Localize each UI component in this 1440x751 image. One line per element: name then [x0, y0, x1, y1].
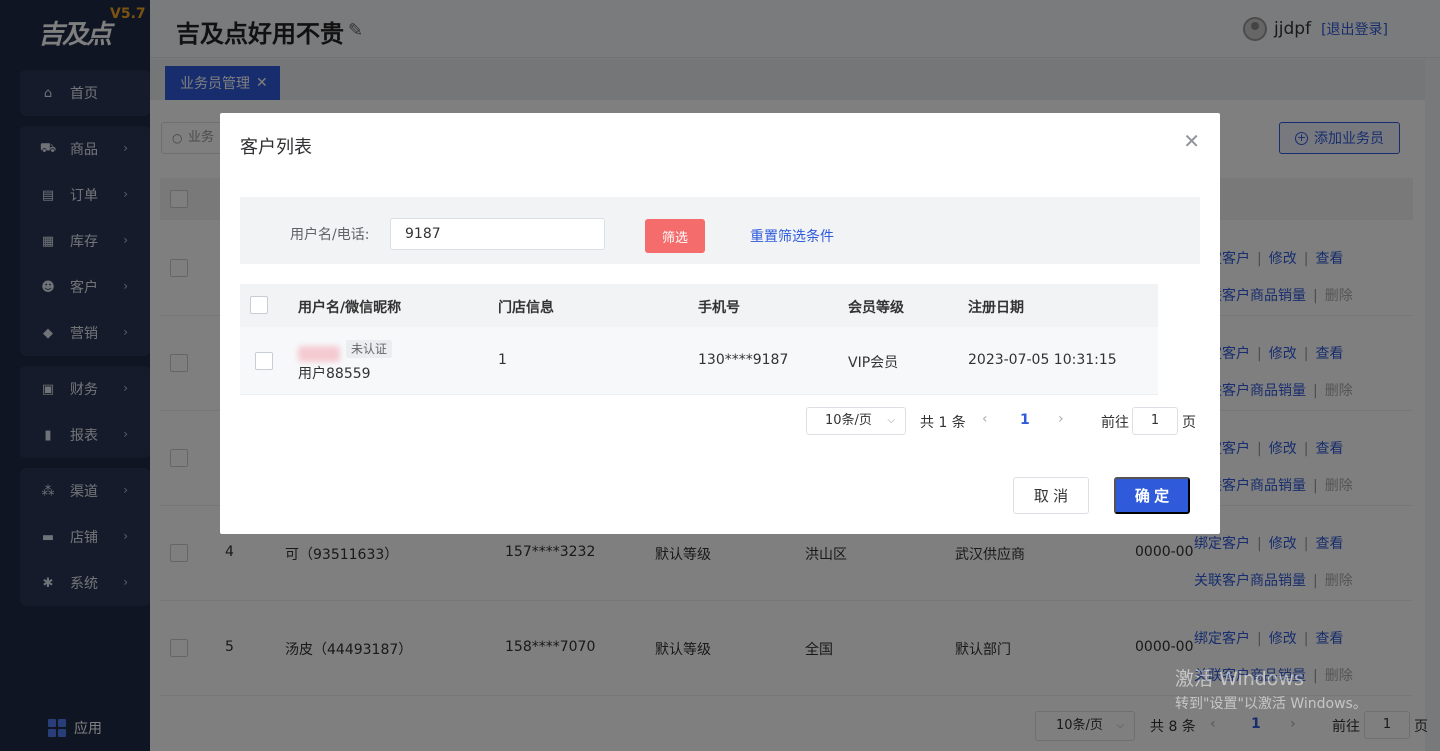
- select-all-checkbox[interactable]: [250, 296, 268, 314]
- page-unit: 页: [1182, 415, 1196, 431]
- row-checkbox[interactable]: [255, 352, 273, 370]
- dialog-pagination: 10条/页 ⌵ 共 1 条 ‹ 1 › 前往 1 页: [806, 407, 1206, 435]
- cancel-button[interactable]: 取 消: [1013, 477, 1089, 514]
- filter-button[interactable]: 筛选: [645, 219, 705, 253]
- close-icon[interactable]: ✕: [1183, 129, 1200, 153]
- col-store: 门店信息: [498, 300, 554, 316]
- total-count: 共 1 条: [920, 415, 966, 431]
- watermark-line1: 激活 Windows: [1175, 668, 1304, 690]
- member-level: VIP会员: [848, 355, 899, 371]
- blurred-nickname: [298, 346, 340, 362]
- store-info: 1: [498, 352, 507, 368]
- user-id: 用户88559: [298, 366, 371, 382]
- filter-area: 用户名/电话: 筛选 重置筛选条件: [240, 197, 1200, 264]
- unverified-tag: 未认证: [346, 340, 393, 358]
- col-level: 会员等级: [848, 300, 904, 316]
- register-date: 2023-07-05 10:31:15: [968, 352, 1117, 368]
- username-phone-input[interactable]: [390, 218, 605, 250]
- goto-label: 前往: [1101, 415, 1129, 431]
- phone: 130****9187: [698, 352, 789, 368]
- col-register-date: 注册日期: [968, 300, 1024, 316]
- prev-page-icon[interactable]: ‹: [982, 411, 988, 427]
- next-page-icon[interactable]: ›: [1058, 411, 1064, 427]
- page-size-value: 10条/页: [825, 413, 872, 428]
- filter-label: 用户名/电话:: [290, 227, 370, 243]
- table-header: 用户名/微信昵称 门店信息 手机号 会员等级 注册日期: [240, 284, 1158, 327]
- customer-list-dialog: 客户列表 ✕ 用户名/电话: 筛选 重置筛选条件 用户名/微信昵称 门店信息 手…: [220, 113, 1220, 534]
- current-page[interactable]: 1: [1020, 412, 1030, 428]
- page-size-select[interactable]: 10条/页 ⌵: [806, 407, 906, 435]
- watermark-line2: 转到"设置"以激活 Windows。: [1175, 696, 1367, 712]
- reset-filter-link[interactable]: 重置筛选条件: [750, 226, 834, 246]
- windows-activation-watermark: 激活 Windows 转到"设置"以激活 Windows。: [1175, 664, 1367, 713]
- chevron-down-icon: ⌵: [887, 415, 895, 426]
- col-phone: 手机号: [698, 300, 740, 316]
- dialog-title: 客户列表: [240, 137, 312, 158]
- col-username: 用户名/微信昵称: [298, 300, 402, 316]
- table-row[interactable]: 未认证 用户88559 1 130****9187 VIP会员 2023-07-…: [240, 327, 1158, 395]
- goto-page-input[interactable]: 1: [1132, 407, 1178, 435]
- customer-table: 用户名/微信昵称 门店信息 手机号 会员等级 注册日期 未认证 用户88559 …: [240, 284, 1158, 395]
- confirm-button[interactable]: 确 定: [1114, 477, 1190, 514]
